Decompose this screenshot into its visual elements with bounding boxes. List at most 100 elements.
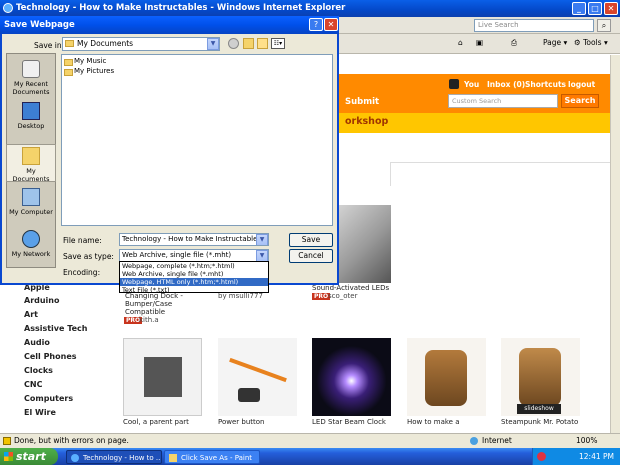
item-caption[interactable]: Cool, a parent part [123,418,189,426]
file-name-label: File name: [63,236,102,245]
file-name-input[interactable]: Technology - How to Make Instructables ▼ [119,233,269,246]
item-thumbnail[interactable] [312,338,391,416]
feeds-icon[interactable]: ▣ [476,38,483,47]
status-text: Done, but with errors on page. [14,436,129,445]
taskbar-item[interactable]: Technology - How to ... [66,450,162,464]
file-item[interactable]: My Music [74,57,106,65]
place-recent-documents[interactable]: My Recent Documents [6,60,56,96]
item-caption[interactable]: Compatible [125,308,165,316]
category-link[interactable]: Assistive Tech [24,324,87,333]
place-desktop[interactable]: Desktop [6,102,56,130]
zoom-level[interactable]: 100% [576,434,597,448]
user-avatar[interactable] [449,79,459,89]
item-caption[interactable]: Power button [218,418,264,426]
tools-menu[interactable]: ⚙ Tools ▾ [574,38,608,47]
item-thumbnail[interactable]: slideshow [501,338,580,416]
clock[interactable]: 12:41 PM [579,452,614,461]
category-link[interactable]: Clocks [24,366,53,375]
category-link[interactable]: Computers [24,394,73,403]
my-computer-icon [22,188,40,206]
type-option[interactable]: Webpage, complete (*.htm;*.html) [120,262,268,270]
nav-logout[interactable]: logout [568,80,595,89]
place-label: My Recent Documents [12,80,50,96]
dialog-title: Save Webpage [4,20,75,30]
item-caption[interactable]: Steampunk Mr. Potato [501,418,578,426]
caption-line: Compatible [125,308,166,316]
category-link[interactable]: CNC [24,380,42,389]
back-icon[interactable] [228,38,239,49]
ie-icon [71,454,79,462]
live-search-input[interactable]: Live Search [474,19,594,32]
zone-text: Internet [482,436,512,445]
views-menu-icon[interactable]: ☷▾ [271,38,285,49]
place-label: Desktop [17,122,45,130]
system-tray: 12:41 PM [532,448,620,465]
minimize-button[interactable]: _ [572,2,586,15]
file-item[interactable]: My Pictures [74,67,114,75]
paint-icon [169,454,177,462]
type-option-selected[interactable]: Webpage, HTML only (*.htm;*.html) [120,278,268,286]
folder-icon [64,59,73,66]
dialog-title-bar: Save Webpage [0,16,339,34]
ie-title-bar: Technology - How to Make Instructables -… [0,0,620,17]
print-icon[interactable]: ⎙ [511,38,517,48]
slideshow-badge[interactable]: slideshow [517,404,561,414]
category-link[interactable]: El Wire [24,408,56,417]
item-thumbnail[interactable] [407,338,486,416]
category-link[interactable]: Cell Phones [24,352,77,361]
site-search-input[interactable]: Custom Search [448,94,558,108]
help-button[interactable]: ? [309,18,323,31]
place-my-documents[interactable]: My Documents [6,144,56,183]
save-in-select[interactable]: My Documents ▼ [62,37,220,51]
category-link[interactable]: Arduino [24,296,60,305]
item-caption[interactable]: LED Star Beam Clock [312,418,386,426]
save-as-type-label: Save as type: [63,252,114,261]
page-scrollbar[interactable] [610,55,620,433]
search-go-icon[interactable]: ⌕ [597,19,611,32]
file-name-value: Technology - How to Make Instructables [122,235,262,243]
chevron-down-icon[interactable]: ▼ [207,38,219,50]
maximize-button[interactable]: □ [588,2,602,15]
page-menu[interactable]: Page ▾ [543,38,567,47]
nav-inbox[interactable]: Inbox (0) [487,80,525,89]
up-folder-icon[interactable] [243,38,254,49]
item-thumbnail[interactable] [218,338,297,416]
dialog-close-button[interactable]: ✕ [324,18,338,31]
item-author[interactable]: kith.a [139,316,159,324]
close-button[interactable]: ✕ [604,2,618,15]
nav-shortcuts[interactable]: Shortcuts [525,80,566,89]
start-button[interactable]: start [0,448,58,465]
submit-link[interactable]: Submit [345,97,379,107]
section-title: orkshop [345,116,389,127]
place-my-network[interactable]: My Network [6,230,56,258]
place-my-computer[interactable]: My Computer [6,188,56,216]
taskbar-item-label: Click Save As - Paint [181,454,253,462]
status-bar: Done, but with errors on page. Internet … [0,433,620,448]
item-author[interactable]: sco_oter [328,292,358,300]
item-thumbnail[interactable] [123,338,202,416]
file-list[interactable] [61,54,333,226]
chevron-down-icon[interactable]: ▼ [256,234,268,245]
encoding-label: Encoding: [63,268,101,277]
my-network-icon [22,230,40,248]
category-link[interactable]: Audio [24,338,50,347]
item-caption[interactable]: How to make a [407,418,459,426]
save-button[interactable]: Save [289,233,333,247]
home-icon[interactable]: ⌂ [458,38,463,47]
cancel-button[interactable]: Cancel [289,249,333,263]
type-option[interactable]: Web Archive, single file (*.mht) [120,270,268,278]
category-link[interactable]: Art [24,310,38,319]
taskbar-item[interactable]: Click Save As - Paint [164,450,260,464]
site-search-button[interactable]: Search [561,94,599,108]
recent-documents-icon [22,60,40,78]
save-in-label: Save in: [34,41,65,50]
new-folder-icon[interactable] [257,38,268,49]
tray-icon[interactable] [537,452,546,461]
item-caption[interactable]: Sound-Activated LEDs [312,284,389,292]
place-label: My Network [11,250,51,258]
type-option[interactable]: Text File (*.txt) [120,286,268,294]
nav-you[interactable]: You [464,80,479,89]
warning-icon[interactable] [3,437,11,445]
ie-window-title: Technology - How to Make Instructables -… [16,3,346,13]
item-caption[interactable]: Bumper/Case [125,300,172,308]
